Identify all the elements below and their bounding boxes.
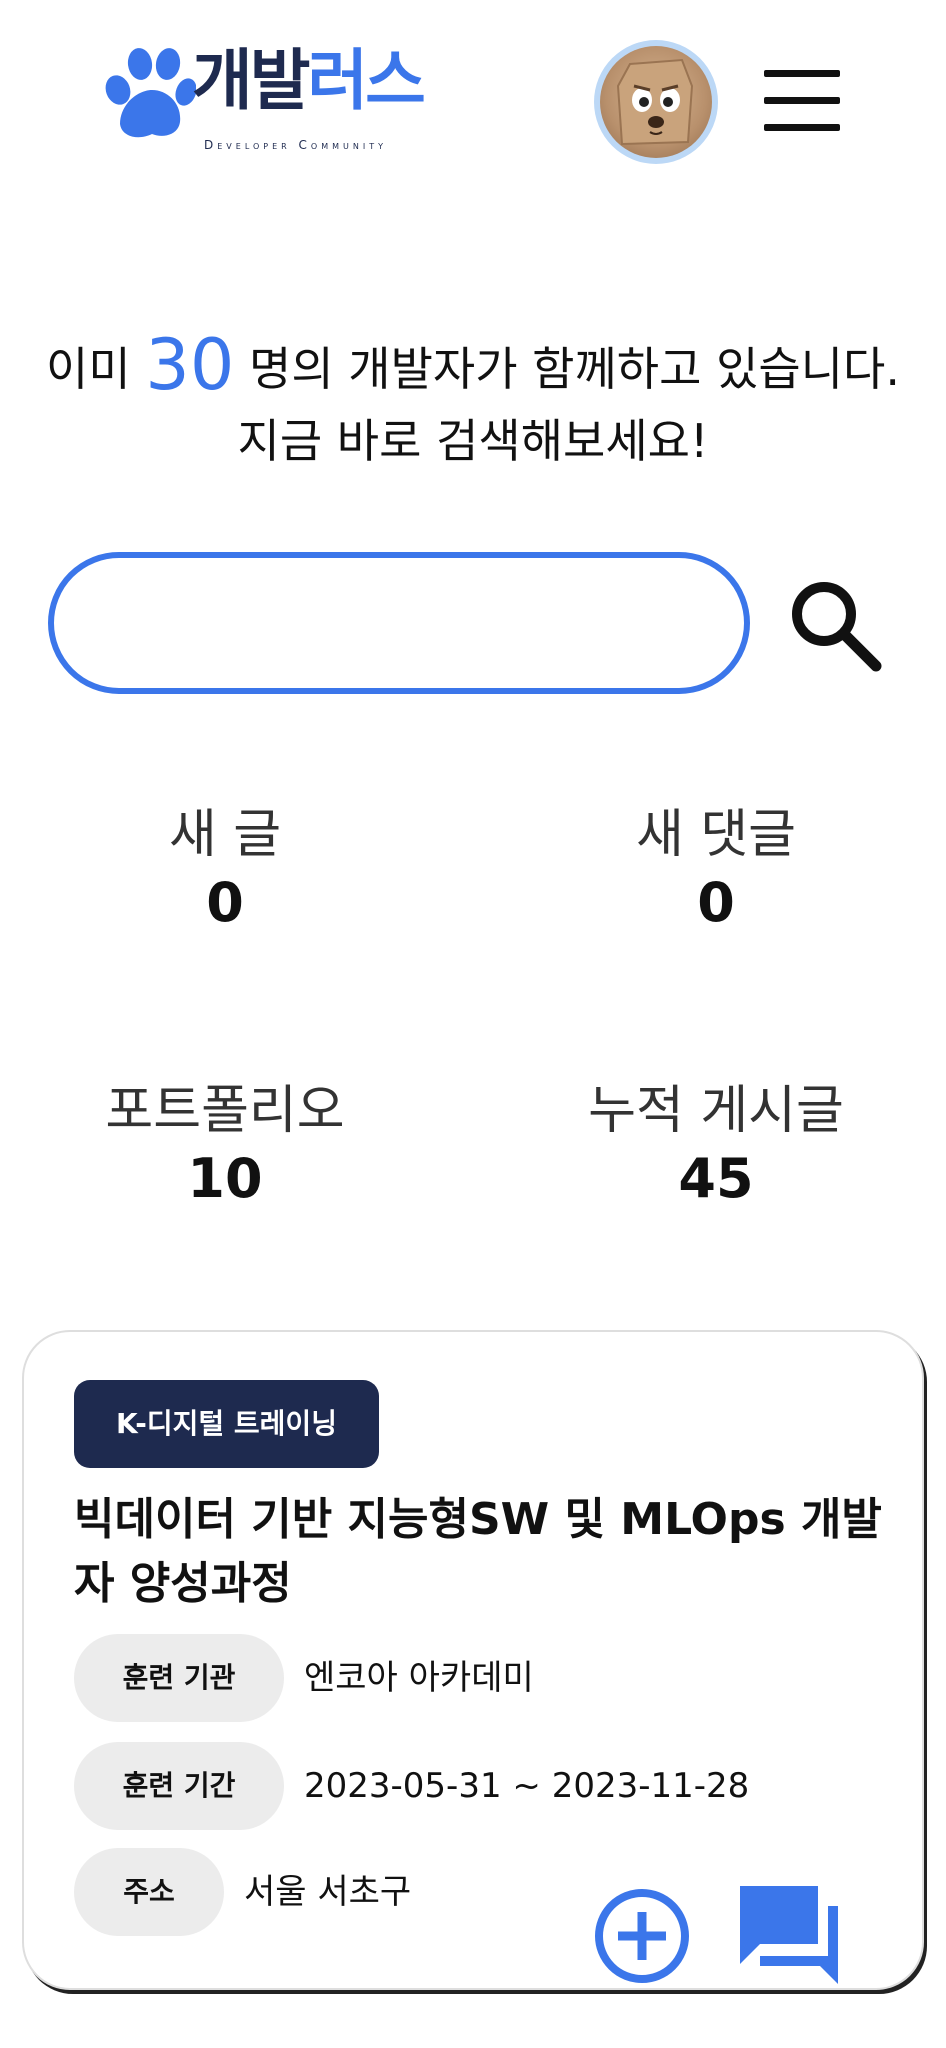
avatar-face-icon	[616, 58, 694, 146]
site-logo[interactable]: 개발러스 Developer Community	[100, 42, 450, 162]
headline-prefix: 이미	[46, 342, 131, 396]
stat-value: 10	[187, 1147, 263, 1210]
info-value: 2023-05-31 ~ 2023-11-28	[304, 1766, 750, 1806]
stat-value: 45	[678, 1147, 754, 1210]
info-label: 훈련 기간	[74, 1742, 284, 1830]
headline-line2: 지금 바로 검색해보세요!	[237, 414, 709, 468]
stat-total-posts[interactable]: 누적 게시글 45	[536, 1076, 896, 1212]
hamburger-menu-icon[interactable]	[764, 70, 842, 132]
info-value: 서울 서초구	[244, 1872, 412, 1912]
paw-icon	[105, 48, 196, 138]
logo-subtitle: Developer Community	[204, 138, 387, 152]
stat-new-comments[interactable]: 새 댓글 0	[536, 800, 896, 936]
headline: 이미 30 명의 개발자가 함께하고 있습니다. 지금 바로 검색해보세요!	[0, 326, 946, 480]
stat-value: 0	[206, 871, 244, 934]
info-value: 엔코아 아카데미	[304, 1658, 534, 1698]
stat-label: 포트폴리오	[105, 1081, 345, 1141]
stat-label: 새 글	[168, 805, 282, 865]
chat-bubbles-icon	[740, 1886, 838, 1984]
headline-suffix: 명의 개발자가 함께하고 있습니다.	[249, 342, 900, 396]
add-post-button[interactable]	[592, 1886, 692, 1986]
stat-portfolios[interactable]: 포트폴리오 10	[45, 1076, 405, 1212]
logo-title: 개발러스	[192, 48, 426, 114]
stat-new-posts[interactable]: 새 글 0	[45, 800, 405, 936]
chat-button[interactable]	[738, 1884, 840, 1986]
info-label: 훈련 기관	[74, 1634, 284, 1722]
search-icon	[792, 582, 882, 672]
avatar[interactable]	[594, 40, 718, 164]
app-header: 개발러스 Developer Community	[0, 0, 946, 200]
logo-title-main: 개발	[192, 42, 310, 119]
plus-circle-icon	[595, 1889, 689, 1983]
stat-label: 새 댓글	[635, 805, 797, 865]
info-label: 주소	[74, 1848, 224, 1936]
program-badge: K-디지털 트레이닝	[74, 1380, 379, 1468]
logo-title-accent: 러스	[307, 42, 425, 119]
stat-value: 0	[697, 871, 735, 934]
search-button[interactable]	[784, 574, 884, 674]
stat-label: 누적 게시글	[588, 1081, 844, 1141]
character-avatar-image	[600, 46, 712, 158]
search-input[interactable]	[48, 552, 750, 694]
course-title: 빅데이터 기반 지능형SW 및 MLOps 개발자 양성과정	[74, 1494, 882, 1609]
developer-count: 30	[145, 324, 235, 406]
